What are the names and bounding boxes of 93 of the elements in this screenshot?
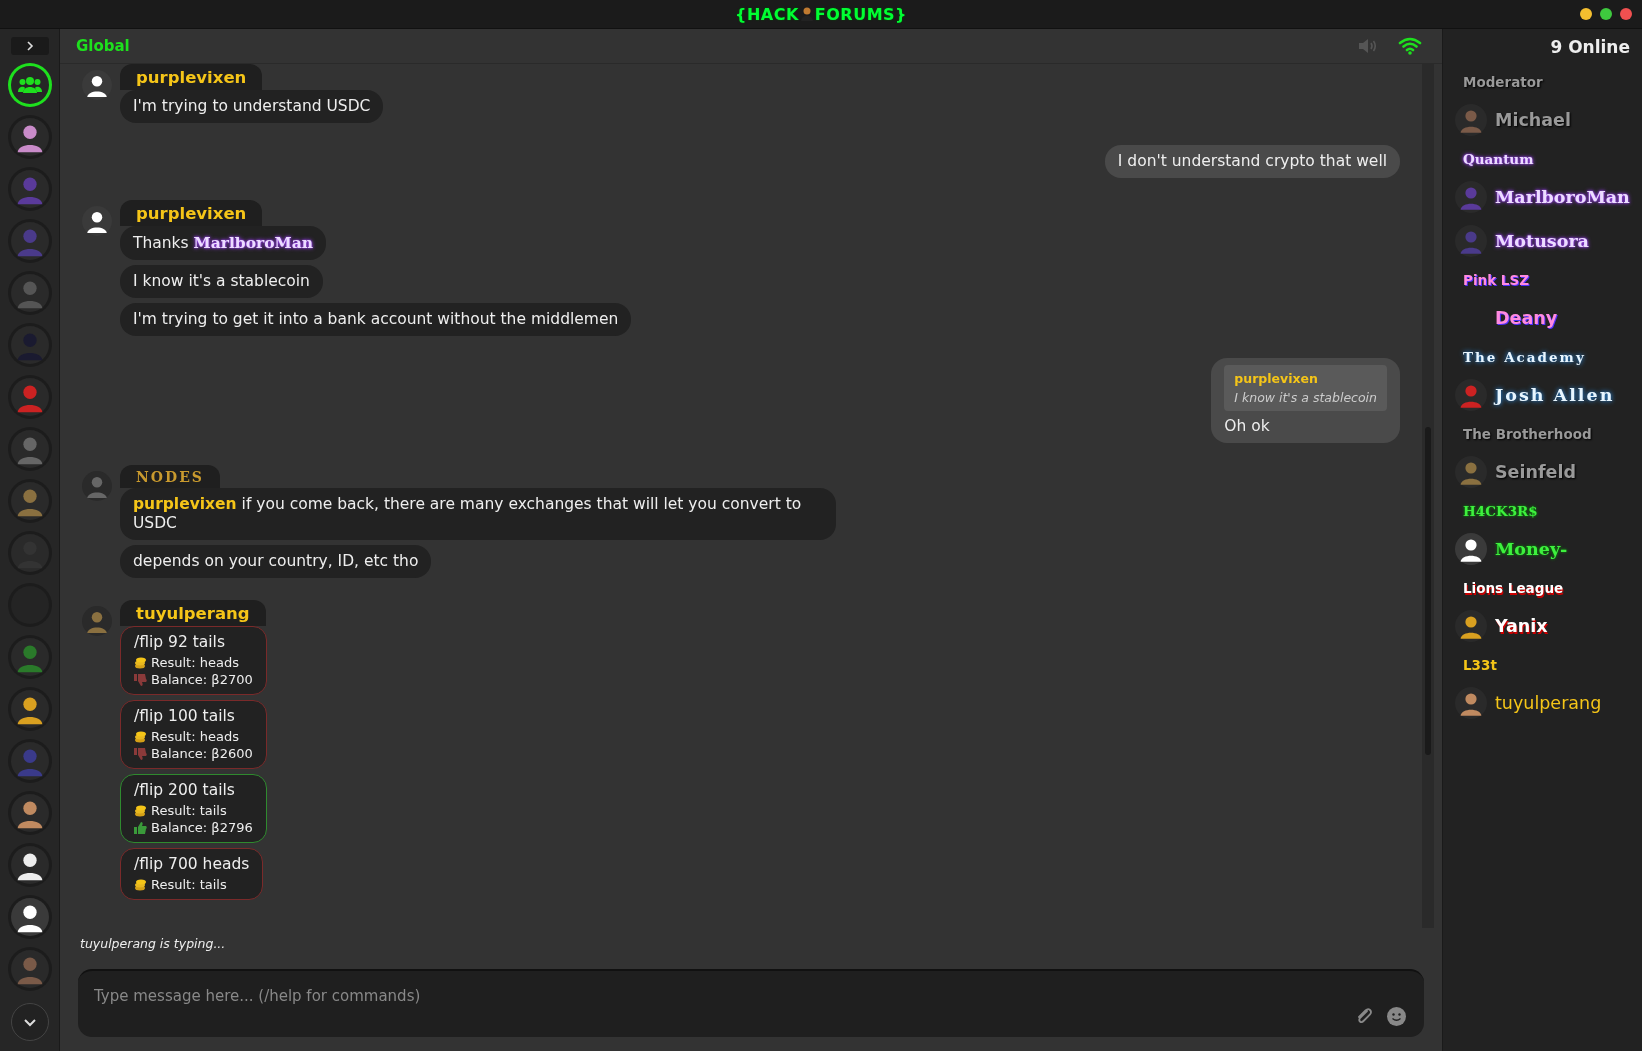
coin-flip-card: /flip 100 tails Result: heads Balance: β2600 bbox=[120, 700, 267, 769]
thumbs-up-icon bbox=[134, 821, 147, 834]
group-icon bbox=[17, 76, 42, 94]
avatar-icon bbox=[10, 950, 49, 988]
chevron-right-icon bbox=[25, 41, 34, 51]
user-avatar-button[interactable] bbox=[7, 895, 52, 939]
avatar-icon bbox=[10, 378, 49, 416]
group-label: The Brotherhood bbox=[1462, 425, 1593, 444]
online-count: 9 Online bbox=[1549, 37, 1630, 57]
user-name[interactable]: Michael bbox=[1495, 110, 1571, 130]
user-avatar bbox=[82, 206, 112, 236]
message-bubble: I'm trying to get it into a bank account without the middlemen bbox=[120, 303, 632, 336]
group-label: L33t bbox=[1462, 656, 1498, 675]
message-bubble: Thanks MarlboroMan bbox=[120, 226, 326, 260]
avatar-icon bbox=[10, 222, 49, 260]
user-name[interactable]: Deany bbox=[1495, 308, 1558, 328]
speaker-icon[interactable] bbox=[1358, 38, 1378, 54]
avatar-icon bbox=[10, 794, 49, 832]
user-name[interactable]: tuyulperang bbox=[1495, 693, 1602, 713]
thumbs-down-icon bbox=[134, 747, 147, 760]
message-bubble: I don't understand crypto that well bbox=[1104, 145, 1400, 178]
user-avatar-button[interactable] bbox=[7, 115, 52, 159]
thumbs-down-icon bbox=[134, 673, 147, 686]
close-button[interactable] bbox=[1620, 8, 1632, 20]
message-field[interactable]: Type message here... (/help for commands) bbox=[78, 969, 1424, 1037]
coins-icon bbox=[134, 804, 147, 817]
wifi-icon bbox=[1398, 37, 1422, 55]
group-label: Lions League bbox=[1462, 579, 1565, 598]
chevron-down-icon bbox=[22, 1017, 37, 1027]
user-avatar bbox=[1455, 533, 1487, 565]
quoted-message: purplevixen I know it's a stablecoin bbox=[1224, 365, 1387, 411]
user-avatar bbox=[1455, 181, 1487, 213]
user-avatar bbox=[1455, 379, 1487, 411]
avatar-icon bbox=[10, 170, 49, 208]
user-name[interactable]: Money- bbox=[1495, 539, 1568, 559]
user-avatar-button[interactable] bbox=[7, 791, 52, 835]
message-bubble: I'm trying to understand USDC bbox=[120, 90, 384, 123]
user-avatar bbox=[1455, 456, 1487, 488]
user-avatar bbox=[1455, 610, 1487, 642]
avatar-icon bbox=[10, 638, 49, 676]
user-name[interactable]: MarlboroMan bbox=[1495, 187, 1630, 207]
message-input[interactable]: Type message here... (/help for commands) bbox=[78, 971, 1424, 1005]
author-name: NODES bbox=[120, 465, 220, 488]
message-text: Oh ok bbox=[1224, 417, 1270, 435]
author-name: purplevixen bbox=[120, 200, 263, 226]
group-label: The Academy bbox=[1462, 348, 1587, 367]
group-label: Moderator bbox=[1462, 73, 1544, 92]
avatar-icon bbox=[10, 534, 49, 572]
user-avatar bbox=[82, 471, 112, 501]
message-bubble: depends on your country, ID, etc tho bbox=[120, 545, 432, 578]
scroll-down-button[interactable] bbox=[10, 1003, 49, 1041]
user-name[interactable]: Motusora bbox=[1495, 231, 1589, 251]
scrollbar[interactable] bbox=[1422, 64, 1434, 928]
coins-icon bbox=[134, 878, 147, 891]
author-name: purplevixen bbox=[120, 64, 263, 90]
user-avatar bbox=[82, 70, 112, 100]
coins-icon bbox=[134, 656, 147, 669]
group-label: Pink LSZ bbox=[1462, 271, 1530, 290]
group-label: H4CK3R$ bbox=[1462, 502, 1539, 521]
avatar-icon bbox=[10, 118, 49, 156]
typing-indicator: tuyulperang is typing... bbox=[79, 935, 227, 953]
avatar-icon bbox=[10, 846, 49, 884]
user-name[interactable]: Seinfeld bbox=[1495, 462, 1576, 482]
logo: {HACK FORUMS} bbox=[735, 4, 907, 24]
avatar-icon bbox=[10, 898, 49, 936]
coin-flip-card: /flip 700 heads Result: tails bbox=[120, 848, 264, 900]
minimize-button[interactable] bbox=[1580, 8, 1592, 20]
message-bubble: purplevixen if you come back, there are many exchanges that will let you convert to USDC bbox=[120, 488, 836, 540]
coin-flip-card: /flip 200 tails Result: tails Balance: β2796 bbox=[120, 774, 267, 843]
user-avatar bbox=[1455, 687, 1487, 719]
avatar-icon bbox=[10, 430, 49, 468]
channel-title: Global bbox=[76, 37, 131, 55]
avatar-icon bbox=[10, 482, 49, 520]
emoji-icon[interactable] bbox=[1387, 1007, 1406, 1026]
user-name[interactable]: Yanix bbox=[1495, 616, 1548, 636]
author-name: tuyulperang bbox=[120, 600, 266, 626]
user-avatar bbox=[1455, 104, 1487, 136]
expand-button[interactable] bbox=[10, 37, 49, 55]
message-bubble: I know it's a stablecoin bbox=[120, 265, 323, 298]
avatar-icon bbox=[10, 274, 49, 312]
avatar-icon bbox=[10, 742, 49, 780]
coin-flip-card: /flip 92 tails Result: heads Balance: β2700 bbox=[120, 626, 267, 695]
user-avatar bbox=[1455, 225, 1487, 257]
user-name[interactable]: Josh Allen bbox=[1495, 385, 1615, 405]
group-chat-button[interactable] bbox=[7, 63, 52, 107]
user-avatar-button[interactable] bbox=[7, 843, 52, 887]
group-label: Quantum bbox=[1462, 150, 1535, 169]
paperclip-icon[interactable] bbox=[1355, 1007, 1373, 1025]
user-avatar-button[interactable] bbox=[7, 687, 52, 731]
user-avatar bbox=[82, 606, 112, 636]
avatar-icon bbox=[10, 690, 49, 728]
maximize-button[interactable] bbox=[1600, 8, 1612, 20]
coins-icon bbox=[134, 730, 147, 743]
